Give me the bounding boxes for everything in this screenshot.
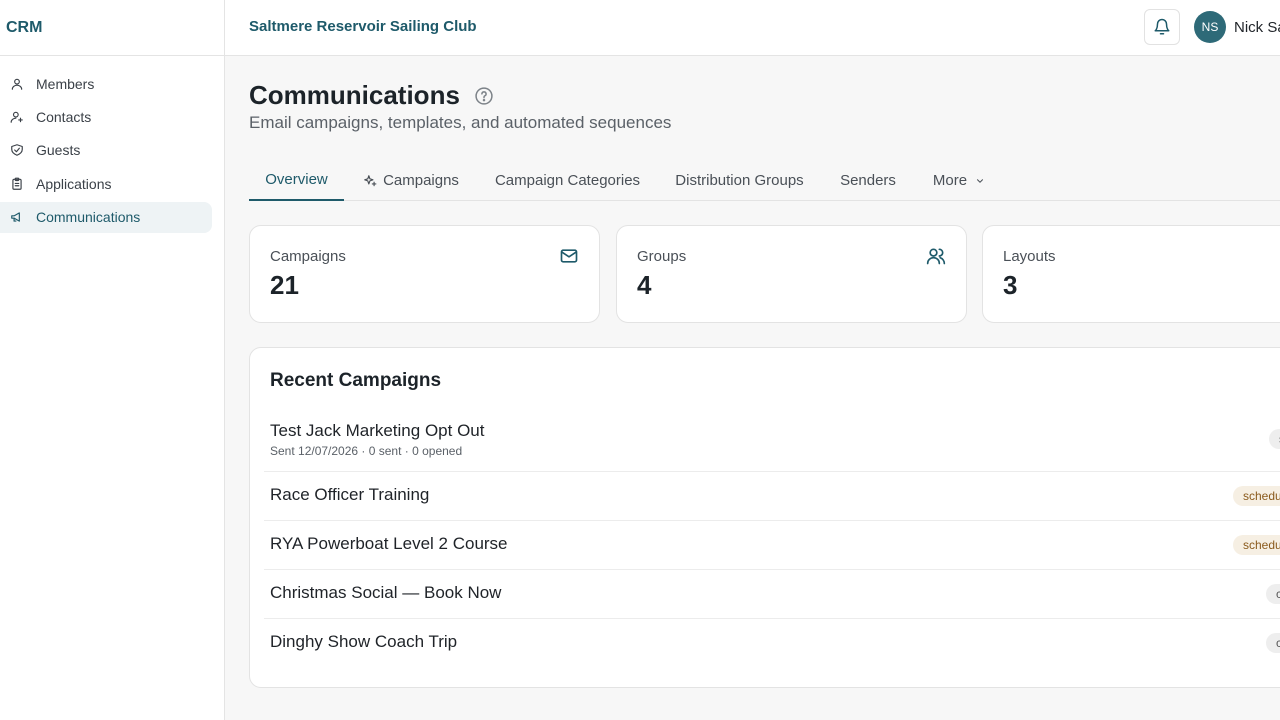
tab-bar: Overview Campaigns Campaign Categories D… (249, 160, 1280, 201)
status-badge: c (1266, 633, 1280, 653)
sidebar-item-label: Members (36, 75, 95, 92)
tab-label: Senders (840, 172, 896, 189)
status-badge: schedu (1233, 535, 1280, 555)
sparkles-icon (363, 174, 377, 188)
tab-label: Distribution Groups (675, 172, 804, 189)
club-name[interactable]: Saltmere Reservoir Sailing Club (249, 18, 477, 35)
stat-label: Layouts (1003, 248, 1056, 265)
user-plus-icon (10, 110, 24, 124)
stat-card-groups[interactable]: Groups 4 (616, 225, 967, 323)
campaign-name: Test Jack Marketing Opt Out (270, 421, 485, 440)
status-badge: s (1269, 429, 1280, 449)
avatar[interactable]: NS (1194, 11, 1226, 43)
stat-value: 21 (270, 270, 299, 300)
user-name[interactable]: Nick Sa (1234, 19, 1280, 36)
top-bar: Saltmere Reservoir Sailing Club NS Nick … (225, 0, 1280, 56)
campaign-name: Christmas Social — Book Now (270, 583, 502, 602)
sidebar-item-label: Communications (36, 209, 141, 226)
stat-label: Campaigns (270, 248, 346, 265)
page-title: Communications (249, 80, 460, 110)
recent-campaigns-card: Recent Campaigns Test Jack Marketing Opt… (249, 347, 1280, 688)
sidebar-item-communications[interactable]: Communications (0, 201, 212, 233)
recent-campaigns-title: Recent Campaigns (270, 370, 442, 391)
tab-overview[interactable]: Overview (249, 160, 344, 201)
megaphone-icon (10, 210, 24, 224)
badge-check-icon (10, 143, 24, 157)
sidebar-item-applications[interactable]: Applications (0, 168, 212, 199)
tab-more[interactable]: More (931, 160, 987, 201)
tab-campaigns[interactable]: Campaigns (363, 160, 459, 201)
users-icon (926, 246, 946, 266)
notifications-button[interactable] (1144, 9, 1180, 45)
campaign-name: Dinghy Show Coach Trip (270, 632, 458, 651)
tab-label: Campaigns (383, 172, 459, 189)
sidebar-item-label: Applications (36, 175, 112, 192)
sidebar-item-members[interactable]: Members (0, 68, 212, 99)
status-badge: c (1266, 584, 1280, 604)
stat-label: Groups (637, 248, 687, 265)
sidebar-nav: Members Contacts Guests Applications Com… (0, 56, 224, 233)
campaign-meta: Sent 12/07/2026 · 0 sent · 0 opened (270, 444, 463, 458)
sidebar-item-label: Contacts (36, 108, 92, 125)
tab-campaign-categories[interactable]: Campaign Categories (495, 160, 640, 201)
bell-icon (1153, 18, 1171, 36)
list-item[interactable]: Race Officer Training schedu (264, 472, 1280, 521)
sidebar: CRM Members Contacts Guests Applications… (0, 0, 225, 720)
stat-value: 4 (637, 270, 652, 300)
user-icon (10, 77, 24, 91)
campaign-name: Race Officer Training (270, 485, 430, 504)
main-content: Communications Email campaigns, template… (225, 56, 1280, 720)
stat-card-layouts[interactable]: Layouts 3 (982, 225, 1280, 323)
tab-distribution-groups[interactable]: Distribution Groups (675, 160, 804, 201)
list-item[interactable]: Test Jack Marketing Opt Out Sent 12/07/2… (264, 408, 1280, 472)
brand[interactable]: CRM (0, 0, 224, 56)
list-item[interactable]: Dinghy Show Coach Trip c (264, 619, 1280, 668)
page-subtitle: Email campaigns, templates, and automate… (249, 113, 672, 132)
mail-icon (559, 246, 579, 266)
list-item[interactable]: RYA Powerboat Level 2 Course schedu (264, 521, 1280, 570)
sidebar-item-contacts[interactable]: Contacts (0, 101, 212, 132)
sidebar-item-label: Guests (36, 142, 81, 159)
sidebar-item-guests[interactable]: Guests (0, 135, 212, 166)
stat-value: 3 (1003, 270, 1018, 300)
list-item[interactable]: Christmas Social — Book Now c (264, 570, 1280, 619)
tab-senders[interactable]: Senders (840, 160, 896, 201)
brand-label: CRM (6, 18, 43, 36)
title-row: Communications (249, 80, 494, 111)
chevron-down-icon (975, 176, 985, 186)
clipboard-icon (10, 177, 24, 191)
app-root: CRM Members Contacts Guests Applications… (0, 0, 1280, 720)
status-badge: schedu (1233, 486, 1280, 506)
tab-label: Overview (265, 171, 328, 188)
campaign-name: RYA Powerboat Level 2 Course (270, 534, 508, 553)
stat-card-campaigns[interactable]: Campaigns 21 (249, 225, 600, 323)
tab-label: More (932, 172, 968, 189)
help-circle-icon[interactable] (474, 86, 494, 106)
tab-label: Campaign Categories (494, 172, 641, 189)
